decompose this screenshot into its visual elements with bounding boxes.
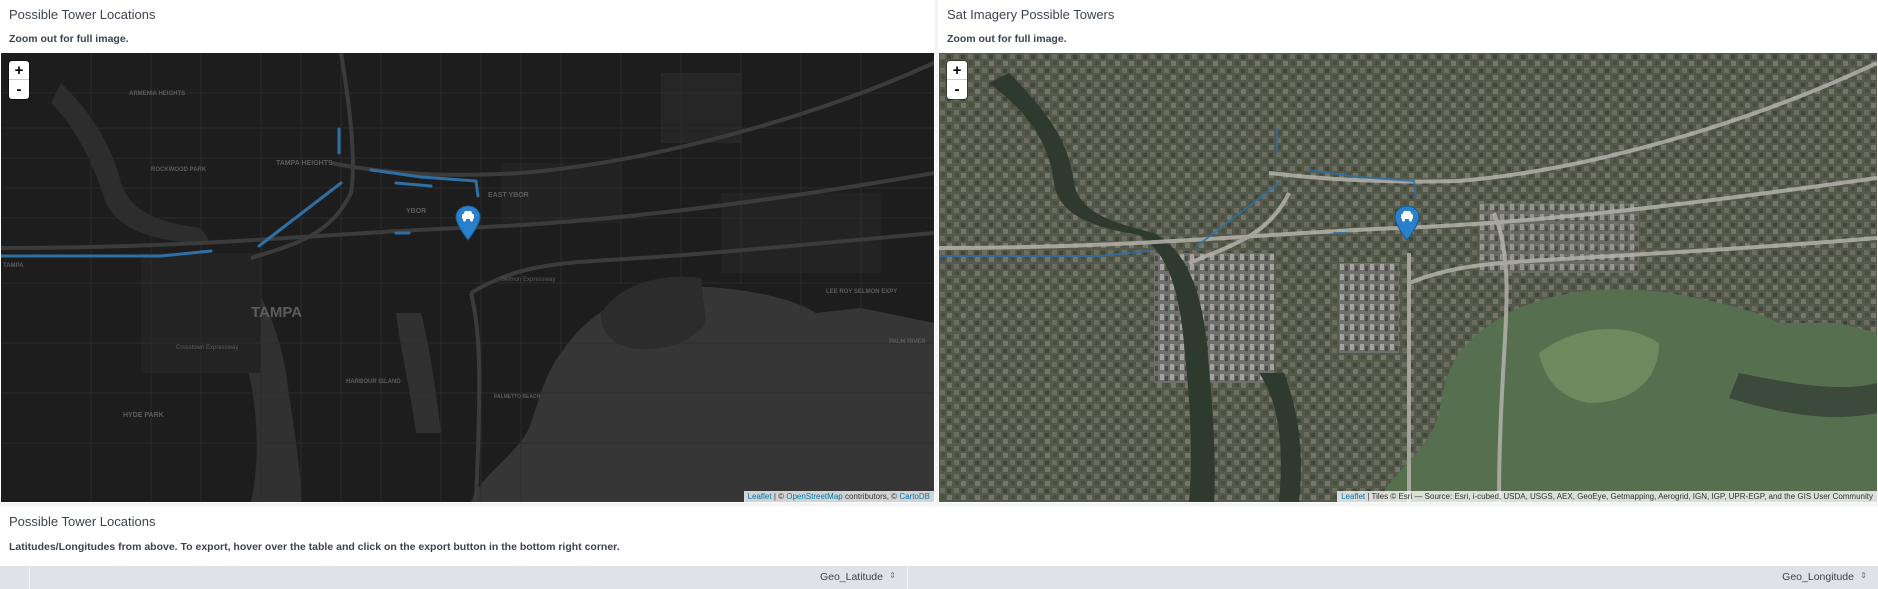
panel-description: Zoom out for full image.: [9, 33, 129, 45]
leaflet-link[interactable]: Leaflet: [748, 492, 772, 501]
svg-text:EAST YBOR: EAST YBOR: [488, 192, 529, 199]
svg-text:TAMPA: TAMPA: [3, 263, 24, 269]
panel-sat-imagery: Sat Imagery Possible Towers Zoom out for…: [938, 0, 1878, 503]
openstreetmap-link[interactable]: OpenStreetMap: [786, 492, 842, 501]
dark-map[interactable]: TAMPA TAMPA HEIGHTS EAST YBOR YBOR ROCKW…: [1, 53, 934, 502]
panel-description: Latitudes/Longitudes from above. To expo…: [9, 541, 620, 553]
dark-map-tiles: TAMPA TAMPA HEIGHTS EAST YBOR YBOR ROCKW…: [1, 53, 934, 502]
sort-icon[interactable]: ⇕: [1860, 571, 1867, 580]
satellite-map-tiles: [939, 53, 1877, 502]
svg-text:LEE ROY SELMON EXPY: LEE ROY SELMON EXPY: [826, 289, 897, 295]
zoom-control: + -: [9, 61, 29, 99]
table-header: Geo_Latitude ⇕ Geo_Longitude ⇕: [0, 566, 1878, 589]
svg-text:PALM RIVER: PALM RIVER: [889, 339, 926, 345]
satellite-map[interactable]: + - Leaflet | Tiles © Esri — Source: Esr…: [939, 53, 1877, 502]
svg-text:PALMETTO BEACH: PALMETTO BEACH: [494, 394, 541, 400]
panel-possible-tower-locations: Possible Tower Locations Zoom out for fu…: [0, 0, 935, 503]
zoom-out-button[interactable]: -: [947, 80, 967, 99]
car-marker-icon[interactable]: [1394, 205, 1420, 241]
zoom-out-button[interactable]: -: [9, 80, 29, 99]
cartodb-link[interactable]: CartoDB: [899, 492, 930, 501]
svg-text:HYDE PARK: HYDE PARK: [123, 412, 164, 419]
zoom-control: + -: [947, 61, 967, 99]
svg-text:ROCKWOOD PARK: ROCKWOOD PARK: [151, 167, 207, 173]
column-header-geo-latitude[interactable]: Geo_Latitude ⇕: [30, 566, 908, 589]
panel-description: Zoom out for full image.: [947, 33, 1067, 45]
zoom-in-button[interactable]: +: [9, 61, 29, 80]
panel-tower-locations-table: Possible Tower Locations Latitudes/Longi…: [0, 506, 1878, 589]
panel-title: Sat Imagery Possible Towers: [947, 7, 1115, 22]
sort-icon[interactable]: ⇕: [889, 571, 896, 580]
leaflet-link[interactable]: Leaflet: [1341, 492, 1365, 501]
map-attribution: Leaflet | Tiles © Esri — Source: Esri, i…: [1337, 491, 1877, 502]
row-index-header: [0, 566, 30, 589]
svg-text:Crosstown Expressway: Crosstown Expressway: [176, 345, 238, 351]
panel-title: Possible Tower Locations: [9, 7, 156, 22]
svg-text:TAMPA HEIGHTS: TAMPA HEIGHTS: [276, 160, 333, 167]
zoom-in-button[interactable]: +: [947, 61, 967, 80]
svg-text:Selmon Expressway: Selmon Expressway: [501, 277, 555, 283]
car-marker-icon[interactable]: [455, 205, 481, 241]
panel-title: Possible Tower Locations: [9, 514, 156, 529]
svg-text:HARBOUR ISLAND: HARBOUR ISLAND: [346, 379, 401, 385]
svg-text:ARMENIA HEIGHTS: ARMENIA HEIGHTS: [129, 91, 185, 97]
map-attribution: Leaflet | © OpenStreetMap contributors, …: [743, 491, 934, 502]
svg-text:YBOR: YBOR: [406, 208, 426, 215]
map-label: TAMPA: [251, 304, 302, 321]
column-header-geo-longitude[interactable]: Geo_Longitude ⇕: [908, 566, 1878, 589]
